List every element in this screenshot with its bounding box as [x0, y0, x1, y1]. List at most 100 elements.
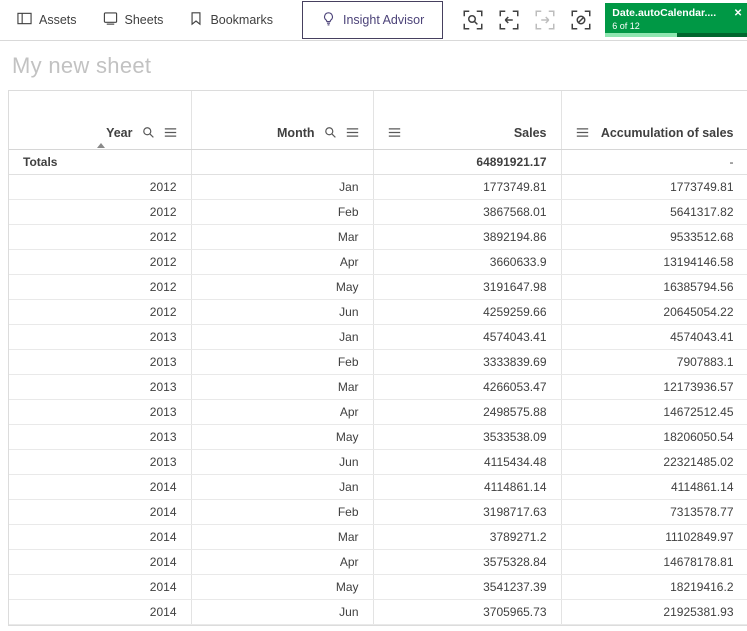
cell-month[interactable]: Jan [191, 324, 374, 350]
cell-sales: 3198717.63 [373, 499, 562, 525]
cell-year[interactable]: 2014 [9, 599, 192, 625]
accumulation-menu-icon[interactable] [576, 126, 589, 139]
cell-year[interactable]: 2013 [9, 424, 192, 450]
cell-month[interactable]: Apr [191, 249, 374, 275]
accumulation-header-label: Accumulation of sales [600, 125, 734, 140]
cell-sales: 3533538.09 [373, 424, 562, 450]
cell-month[interactable]: Jun [191, 299, 374, 325]
cell-accumulation: 14678178.81 [561, 549, 747, 575]
cell-accumulation: 4574043.41 [561, 324, 747, 350]
cell-sales: 3660633.9 [373, 249, 562, 275]
cell-year[interactable]: 2013 [9, 374, 192, 400]
clear-selections-icon[interactable] [569, 8, 593, 32]
cell-sales: 4266053.47 [373, 374, 562, 400]
column-header-year[interactable]: Year [9, 91, 192, 150]
cell-year[interactable]: 2012 [9, 249, 192, 275]
cell-month[interactable]: Mar [191, 374, 374, 400]
year-menu-icon[interactable] [164, 126, 177, 139]
sales-header-label: Sales [513, 125, 547, 140]
cell-year[interactable]: 2014 [9, 524, 192, 550]
cell-month[interactable]: Jan [191, 174, 374, 200]
sort-ascending-icon [97, 142, 105, 148]
selection-progress-track [605, 33, 747, 37]
column-header-accumulation[interactable]: Accumulation of sales [561, 91, 747, 150]
cell-year[interactable]: 2013 [9, 449, 192, 475]
totals-month-empty [191, 149, 374, 175]
cell-year[interactable]: 2013 [9, 324, 192, 350]
column-header-month[interactable]: Month [191, 91, 374, 150]
cell-sales: 3867568.01 [373, 199, 562, 225]
table-row: 2014 Feb 3198717.63 7313578.77 [9, 499, 747, 525]
cell-year[interactable]: 2013 [9, 399, 192, 425]
month-menu-icon[interactable] [346, 126, 359, 139]
selection-close-icon[interactable]: ✕ [734, 8, 742, 19]
table-row: 2013 Jun 4115434.48 22321485.02 [9, 449, 747, 475]
cell-accumulation: 18219416.2 [561, 574, 747, 600]
cell-month[interactable]: Jun [191, 449, 374, 475]
assets-icon [17, 11, 32, 29]
cell-year[interactable]: 2014 [9, 549, 192, 575]
step-back-selection-icon[interactable] [497, 8, 521, 32]
table-row: 2013 Apr 2498575.88 14672512.45 [9, 399, 747, 425]
cell-accumulation: 1773749.81 [561, 174, 747, 200]
sheets-button[interactable]: Sheets [90, 0, 177, 40]
table-row: 2013 Mar 4266053.47 12173936.57 [9, 374, 747, 400]
bookmarks-label: Bookmarks [210, 13, 273, 27]
table-row: 2012 Feb 3867568.01 5641317.82 [9, 199, 747, 225]
cell-month[interactable]: Mar [191, 524, 374, 550]
cell-year[interactable]: 2012 [9, 174, 192, 200]
cell-year[interactable]: 2013 [9, 349, 192, 375]
bookmarks-button[interactable]: Bookmarks [176, 0, 286, 40]
smart-search-selections-icon[interactable] [461, 8, 485, 32]
insight-advisor-label: Insight Advisor [342, 13, 425, 27]
cell-month[interactable]: May [191, 274, 374, 300]
cell-sales: 1773749.81 [373, 174, 562, 200]
table-row: 2012 May 3191647.98 16385794.56 [9, 274, 747, 300]
cell-accumulation: 12173936.57 [561, 374, 747, 400]
assets-label: Assets [39, 13, 77, 27]
sales-menu-icon[interactable] [388, 126, 401, 139]
bookmark-icon [189, 11, 203, 29]
selection-field-label: Date.autoCalendar.... [612, 7, 717, 19]
cell-month[interactable]: Apr [191, 549, 374, 575]
table-row: 2012 Apr 3660633.9 13194146.58 [9, 249, 747, 275]
cell-accumulation: 14672512.45 [561, 399, 747, 425]
cell-year[interactable]: 2014 [9, 499, 192, 525]
table-row: 2013 May 3533538.09 18206050.54 [9, 424, 747, 450]
cell-accumulation: 11102849.97 [561, 524, 747, 550]
selection-progress-fill [605, 33, 678, 37]
cell-year[interactable]: 2012 [9, 274, 192, 300]
cell-sales: 3191647.98 [373, 274, 562, 300]
cell-month[interactable]: Apr [191, 399, 374, 425]
cell-month[interactable]: May [191, 574, 374, 600]
cell-month[interactable]: May [191, 424, 374, 450]
selection-count: 6 of 12 [612, 21, 640, 31]
cell-sales: 4574043.41 [373, 324, 562, 350]
year-header-label: Year [106, 125, 133, 140]
cell-year[interactable]: 2012 [9, 224, 192, 250]
cell-sales: 3789271.2 [373, 524, 562, 550]
selection-tools [461, 8, 593, 32]
table-body: Totals 64891921.17 - 2012 Jan 1773749.81… [9, 149, 747, 625]
cell-year[interactable]: 2012 [9, 199, 192, 225]
cell-month[interactable]: Jun [191, 599, 374, 625]
month-search-icon[interactable] [324, 126, 337, 139]
cell-month[interactable]: Feb [191, 199, 374, 225]
table-row: 2012 Jun 4259259.66 20645054.22 [9, 299, 747, 325]
cell-month[interactable]: Jan [191, 474, 374, 500]
selection-badge[interactable]: Date.autoCalendar.... ✕ 6 of 12 [605, 3, 747, 37]
column-header-sales[interactable]: Sales [373, 91, 562, 150]
year-search-icon[interactable] [142, 126, 155, 139]
cell-year[interactable]: 2014 [9, 574, 192, 600]
insight-advisor-button[interactable]: Insight Advisor [301, 1, 444, 39]
sales-table: Year Month Sales Accumulation of sales T… [8, 90, 747, 626]
totals-accumulation: - [561, 149, 747, 175]
cell-month[interactable]: Feb [191, 499, 374, 525]
sheets-label: Sheets [124, 13, 164, 27]
cell-month[interactable]: Feb [191, 349, 374, 375]
cell-month[interactable]: Mar [191, 224, 374, 250]
cell-year[interactable]: 2014 [9, 474, 192, 500]
assets-button[interactable]: Assets [4, 0, 90, 40]
table-row: 2014 Apr 3575328.84 14678178.81 [9, 549, 747, 575]
cell-year[interactable]: 2012 [9, 299, 192, 325]
